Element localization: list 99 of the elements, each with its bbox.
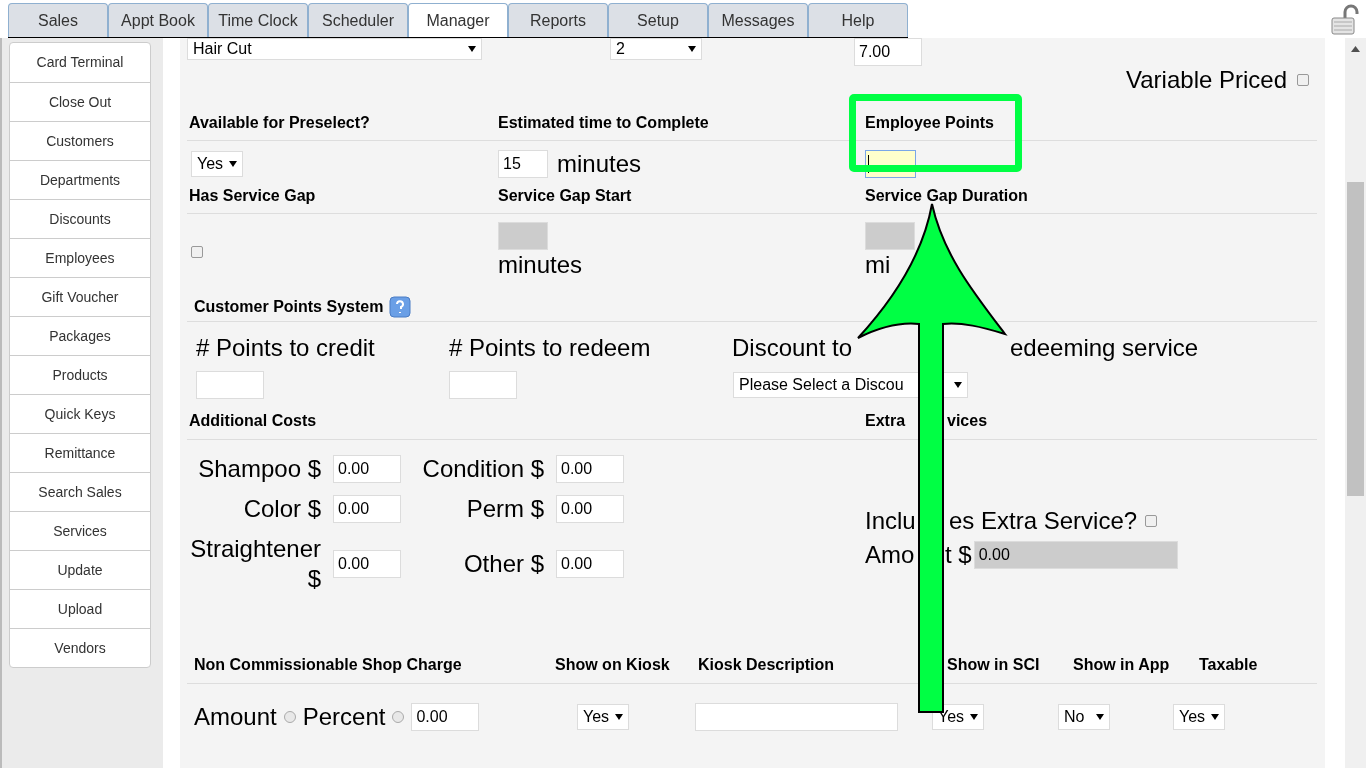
sidebar-item[interactable]: Upload [10, 589, 150, 628]
caret-icon [1096, 714, 1104, 720]
sci-select[interactable]: Yes [932, 704, 984, 730]
help-icon[interactable] [389, 295, 412, 318]
sidebar-item[interactable]: Services [10, 511, 150, 550]
preselect-select[interactable]: Yes [191, 151, 243, 177]
caret-icon [615, 714, 623, 720]
nav-tab[interactable]: Scheduler [308, 3, 408, 37]
level-select[interactable]: 2 [610, 38, 702, 60]
section-heading: Kiosk Description [698, 656, 835, 673]
sidebar-item[interactable]: Packages [10, 316, 150, 355]
kiosk-select[interactable]: Yes [577, 704, 629, 730]
sidebar-item[interactable]: Discounts [10, 199, 150, 238]
field-label: Condition $ [422, 454, 544, 484]
text-field[interactable]: 7.00 [854, 38, 922, 66]
padlock-icon[interactable] [1330, 4, 1362, 36]
field-label: Percent [302, 702, 386, 732]
sidebar-item[interactable]: Customers [10, 121, 150, 160]
sidebar-item[interactable]: Remittance [10, 433, 150, 472]
text-field[interactable] [196, 371, 264, 399]
field-label: Inclu [865, 507, 916, 534]
checkbox[interactable] [191, 246, 203, 258]
section-heading: Extra [865, 412, 906, 429]
section-heading: Estimated time to Complete [498, 114, 709, 131]
text-field[interactable]: 0.00 [333, 550, 401, 578]
checkbox[interactable] [1145, 515, 1158, 527]
sidebar-item[interactable]: Gift Voucher [10, 277, 150, 316]
text-field[interactable]: 0.00 [333, 495, 401, 523]
radio-button[interactable] [392, 711, 405, 723]
sidebar-item[interactable]: Vendors [10, 628, 150, 667]
section-heading: Taxable [1199, 656, 1258, 673]
text-field[interactable]: 0.00 [556, 455, 624, 483]
field-label: Other $ [463, 549, 544, 579]
nav-tab[interactable]: Messages [708, 3, 808, 37]
section-heading: Show on Kiosk [555, 656, 670, 673]
text-field[interactable]: 15 [498, 150, 548, 178]
field-label: Variable Priced [1126, 65, 1287, 95]
nav-tab[interactable]: Appt Book [108, 3, 208, 37]
nav-tab[interactable]: Help [808, 3, 908, 37]
section-heading: Service Gap Duration [865, 186, 1028, 206]
caret-icon [229, 161, 237, 167]
scroll-up-icon[interactable] [1351, 46, 1360, 52]
text-field[interactable]: 0.00 [556, 550, 624, 578]
field-label: Perm $ [466, 494, 544, 524]
field-label: minutes [557, 149, 642, 179]
checkbox[interactable] [1297, 74, 1309, 86]
caret-icon [954, 382, 962, 388]
sidebar-item[interactable]: Close Out [10, 82, 150, 121]
app-select[interactable]: No [1058, 704, 1110, 730]
field-label: edeeming service [1010, 333, 1199, 363]
service-select[interactable]: Hair Cut [187, 38, 482, 60]
nav-tab[interactable]: Time Clock [208, 3, 308, 37]
field-label: # Points to credit [196, 334, 375, 361]
text-field[interactable]: 0.00 [411, 703, 480, 731]
caret-icon [1211, 714, 1219, 720]
kiosk-description-field[interactable] [695, 703, 898, 731]
field-label: # Points to redeem [449, 334, 651, 361]
section-heading: Non Commissionable Shop Charge [194, 656, 462, 673]
text-field[interactable]: 0.00 [973, 541, 1178, 569]
field-label: t $ [945, 540, 972, 570]
section-heading: Available for Preselect? [189, 114, 370, 131]
scrollbar[interactable] [1345, 38, 1366, 768]
text-field[interactable]: 0.00 [333, 455, 401, 483]
nav-tab[interactable]: Manager [408, 3, 508, 37]
nav-tab[interactable]: Sales [8, 3, 108, 37]
field-label: Amo [865, 541, 915, 568]
caret-icon [688, 46, 696, 52]
caret-icon [468, 46, 476, 52]
sidebar-item[interactable]: Card Terminal [10, 43, 150, 82]
section-heading: vices [947, 411, 988, 431]
section-heading: Has Service Gap [189, 187, 316, 204]
section-heading: Show in App [1073, 656, 1170, 673]
section-heading: Show in SCI [947, 656, 1040, 673]
nav-tab[interactable]: Reports [508, 3, 608, 37]
field-label: Color $ [243, 494, 321, 524]
field-label: Discount to [732, 334, 853, 361]
section-heading: Employee Points [865, 113, 994, 133]
sidebar-item[interactable]: Products [10, 355, 150, 394]
sidebar-item[interactable]: Quick Keys [10, 394, 150, 433]
field-label: Amount [194, 702, 277, 732]
sidebar-item[interactable]: Update [10, 550, 150, 589]
sidebar-item[interactable]: Employees [10, 238, 150, 277]
sidebar-item[interactable]: Search Sales [10, 472, 150, 511]
field-label: Shampoo $ [198, 454, 321, 484]
section-heading: Customer Points System [194, 296, 384, 317]
taxable-select[interactable]: Yes [1173, 704, 1225, 730]
field-label: es Extra Service? [949, 506, 1138, 536]
gap-duration-field[interactable] [865, 222, 915, 250]
section-heading: Additional Costs [189, 412, 317, 429]
field-label: mi [865, 250, 892, 280]
field-label: minutes [498, 250, 584, 280]
text-field[interactable]: 0.00 [556, 495, 624, 523]
sidebar-item[interactable]: Departments [10, 160, 150, 199]
field-label: Straightener $ [190, 534, 321, 594]
nav-tab[interactable]: Setup [608, 3, 708, 37]
radio-button[interactable] [283, 711, 296, 723]
section-heading: Service Gap Start [498, 187, 632, 204]
gap-start-field[interactable] [498, 222, 548, 250]
text-field[interactable] [449, 371, 517, 399]
